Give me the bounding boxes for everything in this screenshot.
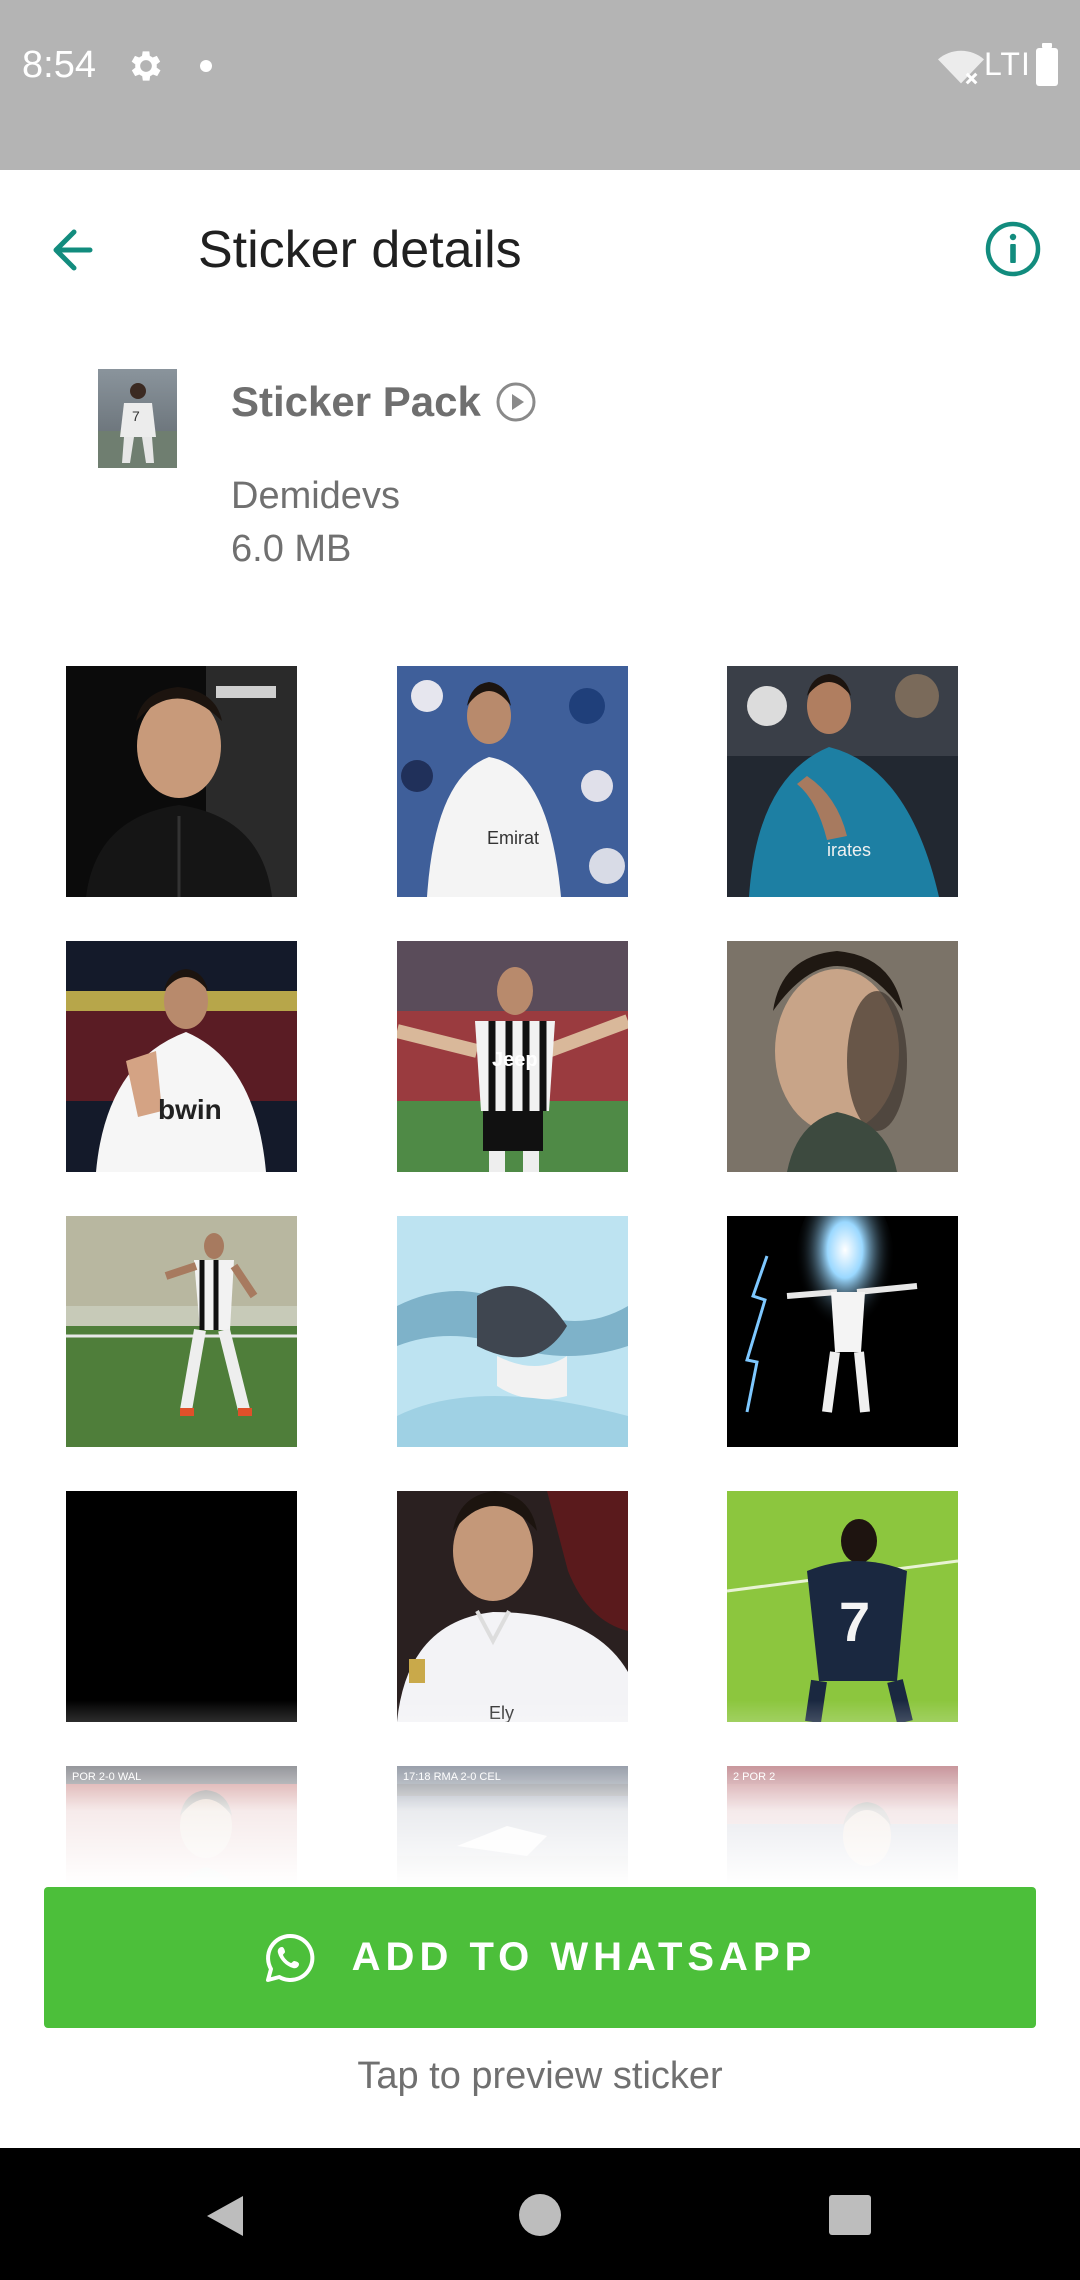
nav-back-icon[interactable] <box>205 2194 245 2238</box>
back-arrow-icon[interactable] <box>40 220 120 280</box>
sticker-6[interactable] <box>727 941 958 1172</box>
sticker-5[interactable]: Jeep <box>397 941 628 1172</box>
add-to-whatsapp-button[interactable]: ADD TO WHATSAPP <box>44 1887 1036 2028</box>
animated-play-icon <box>496 382 536 422</box>
sticker-12[interactable]: 7 <box>727 1491 958 1722</box>
sticker-1[interactable] <box>66 666 297 897</box>
notification-dot-icon <box>200 60 212 72</box>
svg-text:Emirat: Emirat <box>487 828 539 848</box>
settings-gear-icon <box>131 51 161 81</box>
sticker-7[interactable] <box>66 1216 297 1447</box>
nav-home-icon[interactable] <box>519 2194 561 2236</box>
sticker-4[interactable]: bwin <box>66 941 297 1172</box>
nav-recents-icon[interactable] <box>829 2195 871 2235</box>
whatsapp-icon <box>265 1933 315 1982</box>
page-title: Sticker details <box>198 221 522 279</box>
pack-size: 6.0 MB <box>231 528 352 570</box>
svg-text:bwin: bwin <box>158 1094 222 1125</box>
battery-icon <box>1036 43 1058 86</box>
info-icon[interactable] <box>984 220 1042 278</box>
app-bar: Sticker details <box>0 170 1080 330</box>
svg-text:Jeep: Jeep <box>492 1049 538 1071</box>
status-time: 8:54 <box>22 44 96 86</box>
sticker-9[interactable] <box>727 1216 958 1447</box>
network-label: LTI <box>984 46 1031 82</box>
navigation-bar <box>0 2148 1080 2280</box>
pack-name-row: Sticker Pack <box>231 372 537 432</box>
svg-text:7: 7 <box>132 408 140 424</box>
sticker-8[interactable] <box>397 1216 628 1447</box>
pack-name: Sticker Pack <box>231 378 481 425</box>
sticker-3[interactable]: irates <box>727 666 958 897</box>
pack-author: Demidevs <box>231 475 400 517</box>
svg-text:irates: irates <box>827 840 871 860</box>
sticker-2[interactable]: Emirat <box>397 666 628 897</box>
sticker-11[interactable]: Ely <box>397 1491 628 1722</box>
svg-text:7: 7 <box>839 1590 870 1653</box>
status-bar: 8:54 LTI <box>0 0 1080 170</box>
add-to-whatsapp-label: ADD TO WHATSAPP <box>351 1935 817 1979</box>
pack-tray-image: 7 <box>98 369 177 468</box>
wifi-off-icon <box>938 50 984 85</box>
preview-hint: Tap to preview sticker <box>357 2055 723 2097</box>
sticker-10[interactable] <box>66 1491 297 1722</box>
grid-fade-overlay <box>0 1700 1080 1885</box>
